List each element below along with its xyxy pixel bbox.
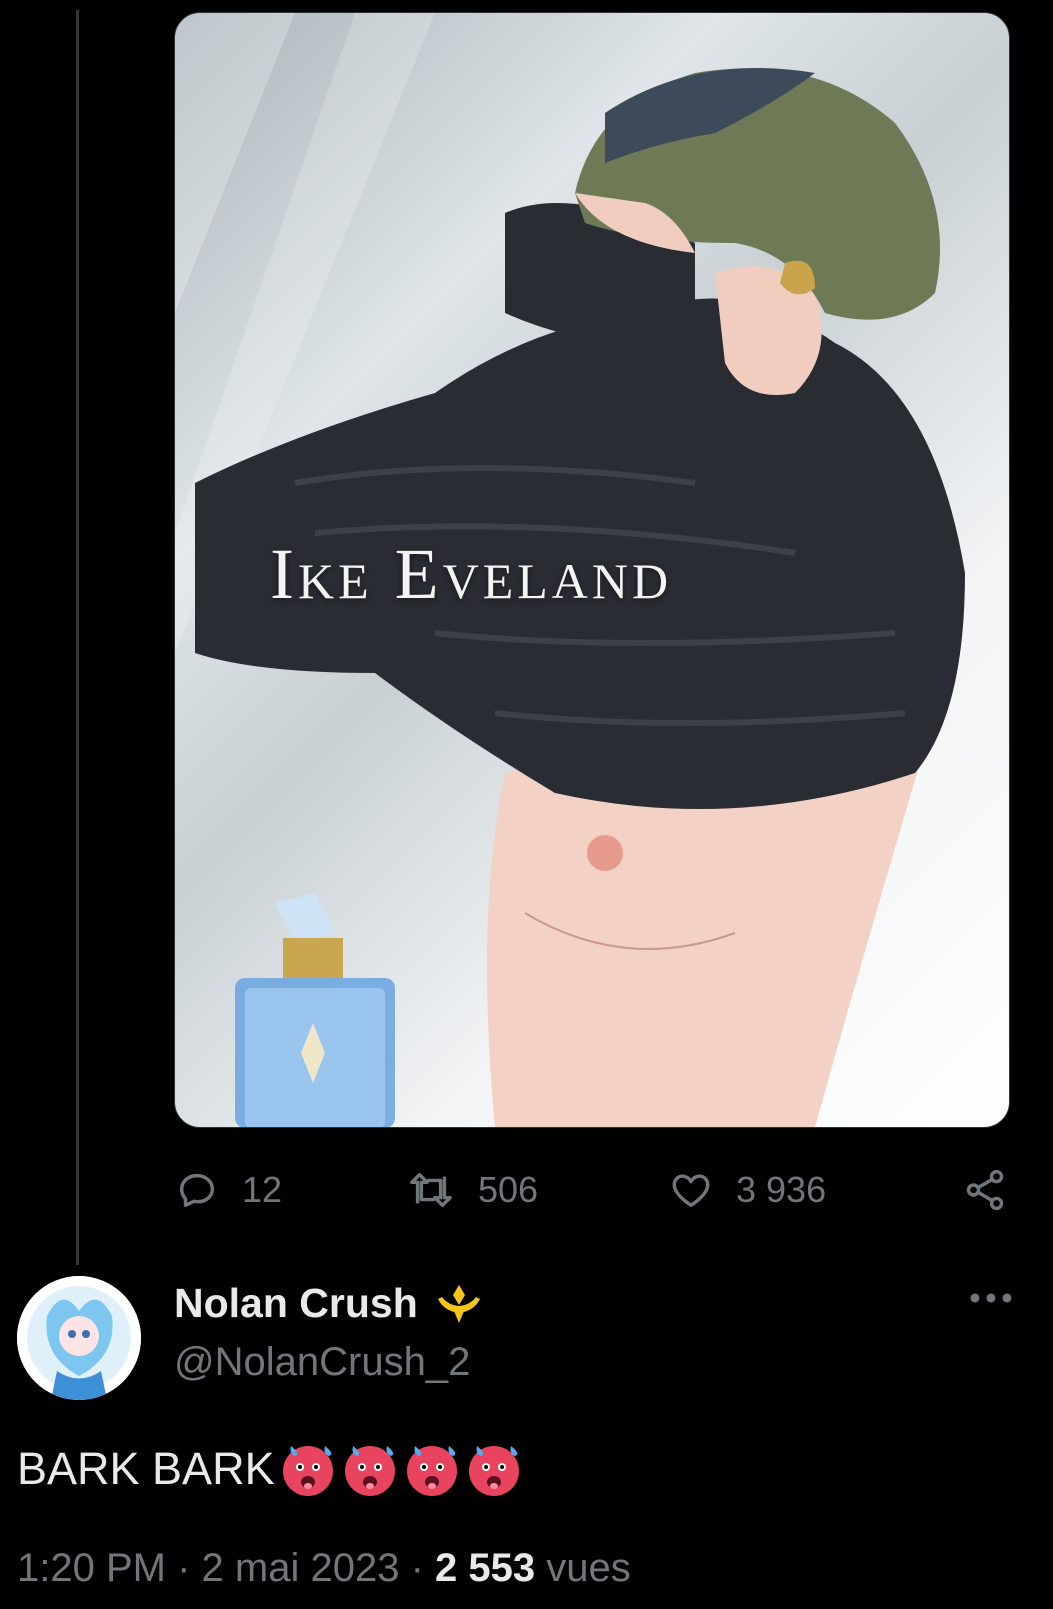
avatar[interactable] xyxy=(17,1276,141,1400)
tweet-actions-bar: 12 506 3 936 xyxy=(174,1160,1008,1220)
hot-face-emoji xyxy=(468,1446,519,1496)
hot-face-emoji xyxy=(406,1446,457,1496)
hot-face-emoji xyxy=(282,1446,333,1496)
meta-separator: · xyxy=(410,1546,424,1590)
like-count: 3 936 xyxy=(736,1169,827,1210)
meta-separator: · xyxy=(177,1546,191,1590)
share-button[interactable] xyxy=(962,1160,1008,1220)
author-handle[interactable]: @NolanCrush_2 xyxy=(174,1340,470,1385)
views-label: vues xyxy=(546,1546,631,1590)
reply-author-row: Nolan Crush xyxy=(174,1280,486,1327)
affiliate-badge-icon xyxy=(437,1284,480,1323)
media-title-text: Ike Eveland xyxy=(270,534,673,614)
like-button[interactable]: 3 936 xyxy=(668,1160,826,1220)
tweet-time[interactable]: 1:20 PM xyxy=(17,1546,166,1590)
retweet-icon xyxy=(410,1172,452,1208)
avatar-image xyxy=(17,1276,141,1400)
more-options-button[interactable] xyxy=(969,1290,1013,1311)
tweet-date[interactable]: 2 mai 2023 xyxy=(202,1546,400,1590)
tweet-text: BARK BARK xyxy=(17,1440,523,1498)
retweet-button[interactable]: 506 xyxy=(406,1160,538,1220)
reply-button[interactable]: 12 xyxy=(174,1160,282,1220)
tweet-meta: 1:20 PM · 2 mai 2023 · 2 553 vues xyxy=(17,1546,631,1591)
share-icon xyxy=(966,1169,1004,1211)
tweet-media-image[interactable]: Ike Eveland xyxy=(174,12,1010,1128)
thread-connector-line xyxy=(76,10,79,1265)
heart-icon xyxy=(672,1174,710,1208)
hot-face-emoji xyxy=(344,1446,395,1496)
reply-icon xyxy=(179,1173,215,1208)
views-count: 2 553 xyxy=(435,1546,536,1590)
author-display-name[interactable]: Nolan Crush xyxy=(174,1280,418,1327)
reply-count: 12 xyxy=(242,1169,283,1210)
more-icon xyxy=(970,1293,1012,1303)
tweet-body-text: BARK BARK xyxy=(17,1443,275,1494)
retweet-count: 506 xyxy=(478,1169,539,1210)
